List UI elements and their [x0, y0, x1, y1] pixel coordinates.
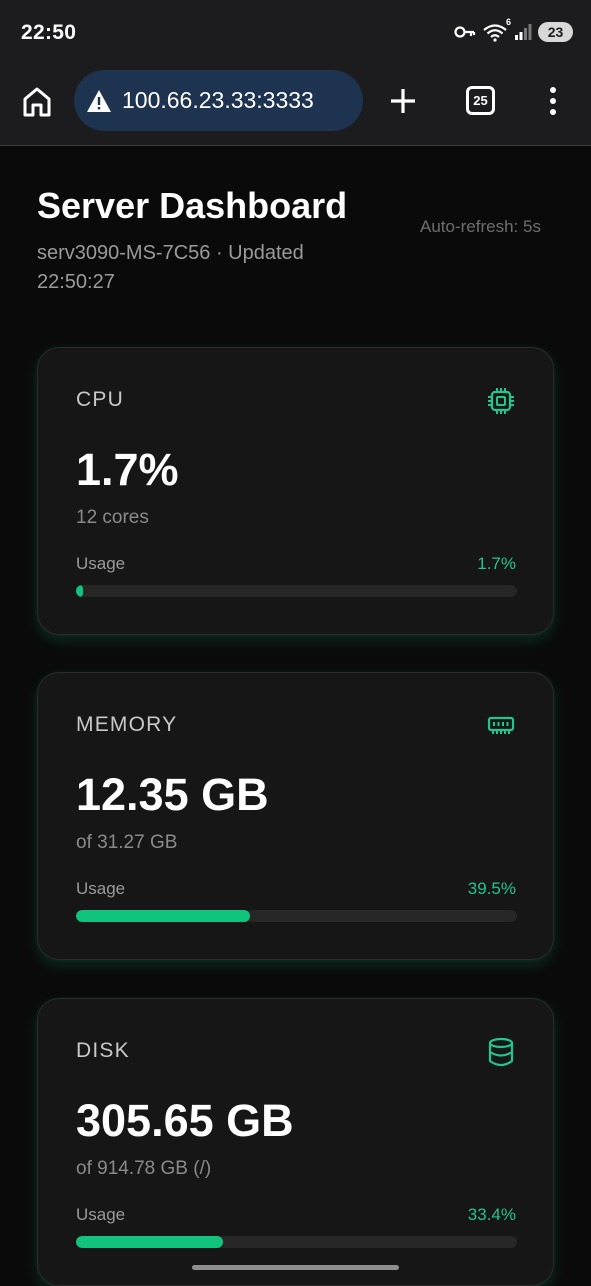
home-button[interactable] — [22, 86, 52, 118]
usage-bar — [76, 585, 517, 597]
host-subtitle: serv3090-MS-7C56 · Updated 22:50:27 — [37, 242, 304, 293]
network-type: 6 — [505, 17, 511, 27]
tab-switcher-button[interactable]: 25 — [466, 86, 495, 115]
cpu-card: CPU 1.7% 12 cores Usage 1.7% — [37, 347, 554, 635]
card-subtext: of 31.27 GB — [76, 832, 178, 853]
card-label: DISK — [76, 1039, 130, 1062]
card-value: 12.35 GB — [76, 769, 269, 820]
memory-card: MEMORY 12.35 GB of 31.27 GB Usage 39.5% — [37, 672, 554, 960]
warning-icon — [87, 89, 111, 112]
database-icon — [488, 1037, 514, 1067]
auto-refresh-label: Auto-refresh: 5s — [420, 217, 541, 236]
new-tab-button[interactable] — [389, 87, 417, 115]
usage-label: Usage — [76, 554, 126, 573]
page-title: Server Dashboard — [37, 185, 348, 226]
usage-percent: 1.7% — [477, 554, 516, 573]
home-icon — [23, 87, 51, 117]
usage-label: Usage — [76, 879, 126, 898]
cpu-icon — [488, 388, 514, 414]
usage-label: Usage — [76, 1205, 126, 1224]
usage-bar-fill — [76, 910, 251, 922]
card-value: 305.65 GB — [76, 1095, 294, 1146]
card-subtext: 12 cores — [76, 507, 149, 528]
status-time: 22:50 — [21, 21, 77, 44]
usage-percent: 33.4% — [467, 1205, 516, 1224]
memory-icon — [487, 716, 515, 734]
status-bar: 22:50 6 23 — [0, 0, 591, 66]
gesture-navigation-bar[interactable] — [192, 1265, 399, 1270]
plus-icon — [391, 89, 415, 113]
status-icons: 6 23 — [454, 17, 573, 42]
url-text: 100.66.23.33:3333 — [122, 87, 314, 113]
card-value: 1.7% — [76, 444, 179, 495]
disk-card: DISK 305.65 GB of 914.78 GB (/) Usage 33… — [37, 998, 554, 1286]
usage-bar — [76, 1236, 517, 1248]
browser-toolbar: 100.66.23.33:3333 25 — [0, 66, 591, 146]
address-bar[interactable]: 100.66.23.33:3333 — [74, 70, 363, 131]
card-subtext: of 914.78 GB (/) — [76, 1158, 212, 1179]
usage-percent: 39.5% — [467, 879, 516, 898]
battery-indicator: 23 — [538, 22, 573, 42]
browser-menu-button[interactable] — [545, 85, 561, 117]
usage-bar-fill — [76, 585, 84, 597]
more-vert-icon — [550, 87, 556, 115]
usage-bar-fill — [76, 1236, 224, 1248]
signal-icon — [514, 23, 532, 41]
wifi-icon: 6 — [482, 17, 511, 42]
key-icon — [454, 25, 476, 39]
card-label: MEMORY — [76, 713, 178, 736]
usage-bar — [76, 910, 517, 922]
page-content: Server Dashboard serv3090-MS-7C56 · Upda… — [0, 147, 591, 1286]
card-label: CPU — [76, 388, 124, 411]
